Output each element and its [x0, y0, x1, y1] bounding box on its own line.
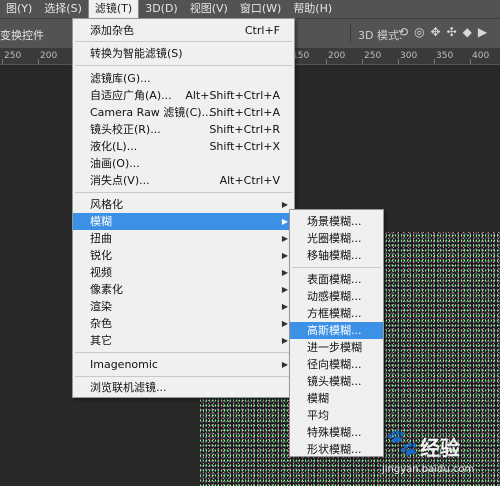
blur-item-shape-blur[interactable]: 形状模糊... [290, 441, 383, 458]
submenu-arrow-icon: ▶ [281, 302, 288, 311]
blur-item-smart-blur[interactable]: 特殊模糊... [290, 424, 383, 441]
ruler-tick-mark [362, 59, 363, 64]
ruler-tick-label: 200 [328, 51, 346, 61]
menu-separator [75, 192, 292, 193]
filter-item-other[interactable]: 其它 ▶ [73, 332, 294, 349]
filter-item-noise[interactable]: 杂色 ▶ [73, 315, 294, 332]
menu-select[interactable]: 选择(S) [38, 0, 88, 18]
roll-icon[interactable]: ◎ [414, 25, 424, 39]
blur-item-iris-blur[interactable]: 光圈模糊... [290, 230, 383, 247]
ruler-tick-mark [326, 59, 327, 64]
blur-item-surface-blur[interactable]: 表面模糊... [290, 271, 383, 288]
filter-menu: 添加杂色 Ctrl+F 转换为智能滤镜(S) 滤镜库(G)... 自适应广角(A)… [72, 18, 295, 398]
watermark-brand: 经验 [420, 436, 460, 460]
filter-item-camera-raw[interactable]: Camera Raw 滤镜(C)... Shift+Ctrl+A [73, 104, 294, 121]
blur-item-field-blur[interactable]: 场景模糊... [290, 213, 383, 230]
filter-item-liquify[interactable]: 液化(L)... Shift+Ctrl+X [73, 138, 294, 155]
slide-icon[interactable]: ✣ [447, 25, 457, 39]
filter-item-oil-paint[interactable]: 油画(O)... [73, 155, 294, 172]
submenu-arrow-icon: ▶ [281, 217, 288, 226]
pan-icon[interactable]: ✥ [431, 25, 441, 39]
blur-submenu: 场景模糊... 光圈模糊... 移轴模糊... 表面模糊... 动感模糊... … [289, 209, 384, 457]
filter-item-gallery[interactable]: 滤镜库(G)... [73, 70, 294, 87]
filter-item-pixelate[interactable]: 像素化 ▶ [73, 281, 294, 298]
filter-item-video[interactable]: 视频 ▶ [73, 264, 294, 281]
blur-item-average[interactable]: 平均 [290, 407, 383, 424]
submenu-arrow-icon: ▶ [281, 251, 288, 260]
filter-item-render[interactable]: 渲染 ▶ [73, 298, 294, 315]
menu-view[interactable]: 视图(V) [184, 0, 234, 18]
scale-icon[interactable]: ◆ [463, 25, 472, 39]
paw-logo-icon: 🐾 [386, 428, 419, 458]
filter-item-browse-online[interactable]: 浏览联机滤镜... [73, 379, 294, 396]
menu-filter[interactable]: 滤镜(T) [87, 0, 140, 19]
filter-item-stylize[interactable]: 风格化 ▶ [73, 196, 294, 213]
filter-item-lens-correction[interactable]: 镜头校正(R)... Shift+Ctrl+R [73, 121, 294, 138]
blur-item-gaussian-blur[interactable]: 高斯模糊... [290, 322, 383, 339]
ruler-tick-label: 250 [364, 51, 382, 61]
filter-item-blur[interactable]: 模糊 ▶ [73, 213, 294, 230]
rotate-icon[interactable]: ⟲ [398, 25, 408, 39]
filter-item-distort[interactable]: 扭曲 ▶ [73, 230, 294, 247]
blur-item-blur-more[interactable]: 进一步模糊 [290, 339, 383, 356]
blur-item-tilt-shift[interactable]: 移轴模糊... [290, 247, 383, 264]
transform-controls-label[interactable]: 变换控件 [0, 27, 44, 43]
blur-item-blur[interactable]: 模糊 [290, 390, 383, 407]
menu-3d[interactable]: 3D(D) [139, 0, 184, 18]
ruler-tick-mark [2, 59, 3, 64]
ruler-tick-label: 300 [400, 51, 418, 61]
ruler-tick-label: 350 [436, 51, 454, 61]
submenu-arrow-icon: ▶ [281, 360, 288, 369]
submenu-arrow-icon: ▶ [281, 200, 288, 209]
submenu-arrow-icon: ▶ [281, 234, 288, 243]
menu-help[interactable]: 帮助(H) [287, 0, 338, 18]
3d-mode-label: 3D 模式: [358, 29, 403, 42]
filter-item-imagenomic[interactable]: Imagenomic ▶ [73, 356, 294, 373]
filter-item-convert-smart[interactable]: 转换为智能滤镜(S) [73, 45, 294, 62]
menu-separator [75, 65, 292, 66]
submenu-arrow-icon: ▶ [281, 268, 288, 277]
ruler-tick-label: 400 [472, 51, 490, 61]
filter-item-sharpen[interactable]: 锐化 ▶ [73, 247, 294, 264]
watermark-url: jingyan.baidu.com [382, 464, 475, 475]
ruler-tick-mark [398, 59, 399, 64]
options-separator [350, 23, 351, 43]
blur-item-radial-blur[interactable]: 径向模糊... [290, 356, 383, 373]
video-icon[interactable]: ▶ [478, 25, 487, 39]
3d-tool-icons: ⟲ ◎ ✥ ✣ ◆ ▶ [398, 25, 487, 39]
ruler-tick-label: 250 [4, 51, 22, 61]
menu-separator [75, 376, 292, 377]
blur-item-motion-blur[interactable]: 动感模糊... [290, 288, 383, 305]
ruler-tick-mark [470, 59, 471, 64]
filter-item-vanishing-point[interactable]: 消失点(V)... Alt+Ctrl+V [73, 172, 294, 189]
baidu-jingyan-watermark: 🐾 经验 jingyan.baidu.com [378, 424, 500, 486]
menubar: 图(Y) 选择(S) 滤镜(T) 3D(D) 视图(V) 窗口(W) 帮助(H) [0, 0, 500, 19]
menu-separator [75, 41, 292, 42]
blur-item-box-blur[interactable]: 方框模糊... [290, 305, 383, 322]
submenu-arrow-icon: ▶ [281, 319, 288, 328]
submenu-arrow-icon: ▶ [281, 285, 288, 294]
submenu-arrow-icon: ▶ [281, 336, 288, 345]
menu-window[interactable]: 窗口(W) [234, 0, 287, 18]
menu-separator [292, 267, 381, 268]
ruler-tick-mark [38, 59, 39, 64]
filter-item-add-noise[interactable]: 添加杂色 Ctrl+F [73, 22, 294, 39]
filter-item-adaptive-wide-angle[interactable]: 自适应广角(A)... Alt+Shift+Ctrl+A [73, 87, 294, 104]
blur-item-lens-blur[interactable]: 镜头模糊... [290, 373, 383, 390]
menu-image[interactable]: 图(Y) [0, 0, 38, 18]
menu-separator [75, 352, 292, 353]
ruler-tick-label: 200 [40, 51, 58, 61]
ruler-tick-mark [434, 59, 435, 64]
